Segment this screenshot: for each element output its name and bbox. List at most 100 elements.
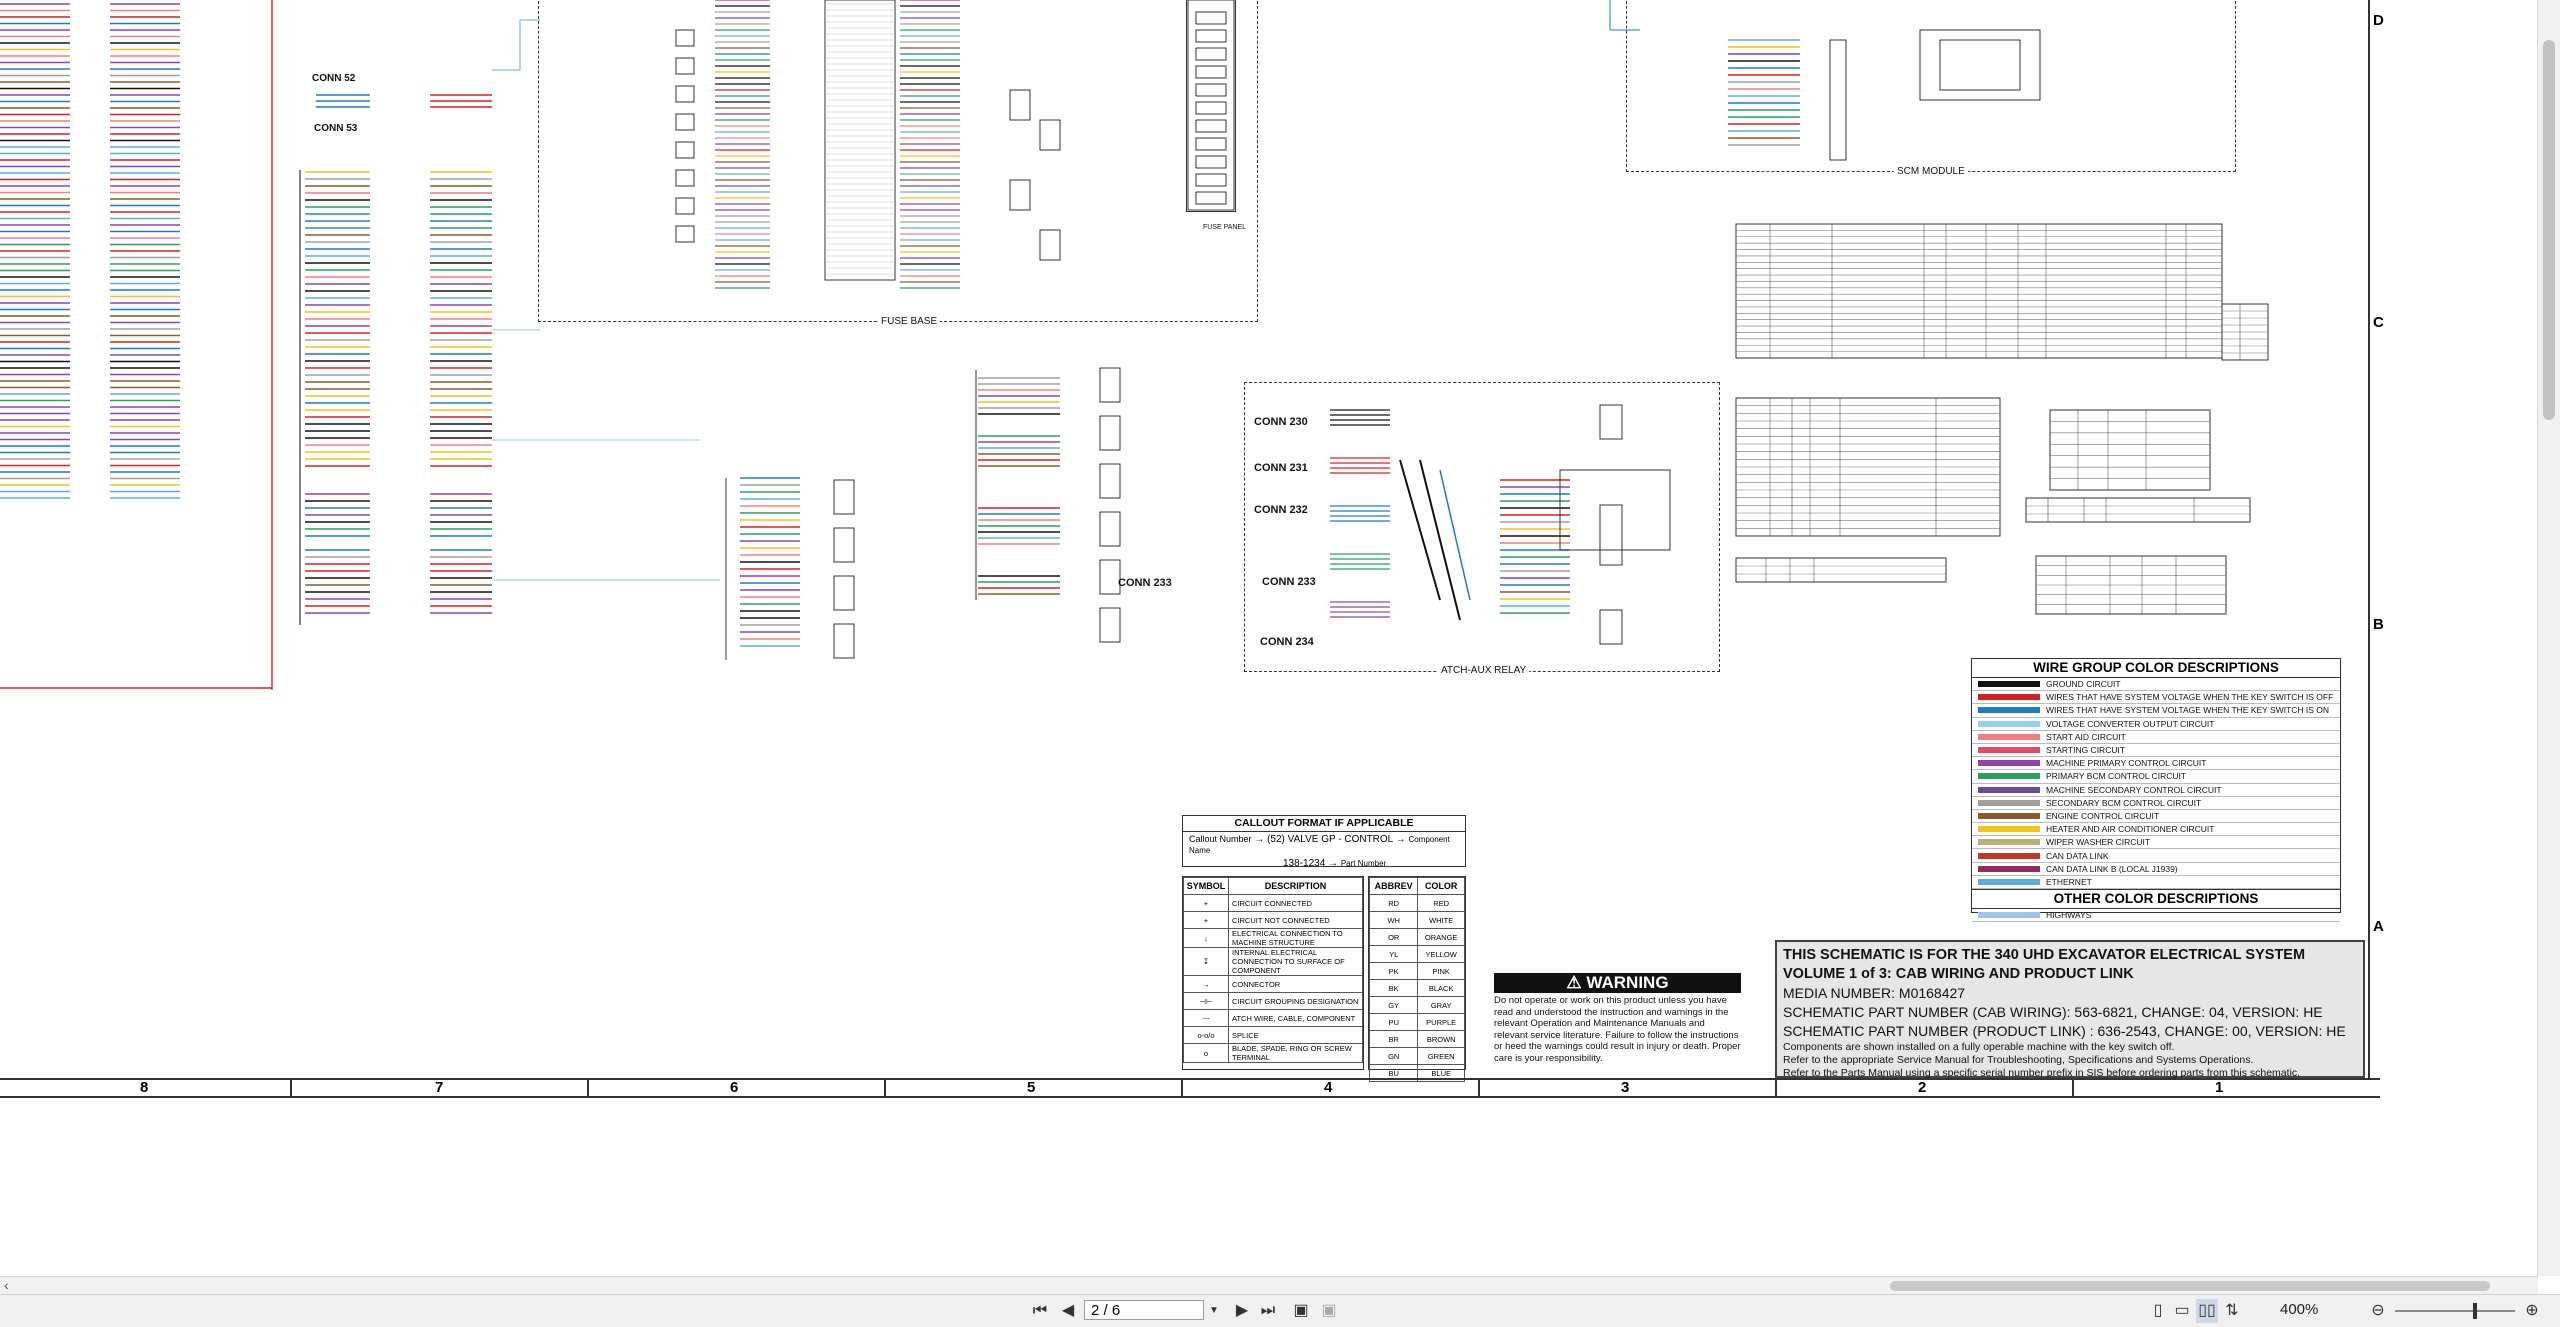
color-name: RED bbox=[1417, 894, 1465, 912]
callout-title: CALLOUT FORMAT IF APPLICABLE bbox=[1183, 816, 1465, 832]
title-line-1: THIS SCHEMATIC IS FOR THE 340 UHD EXCAVA… bbox=[1783, 947, 2306, 963]
callout-arrow: → bbox=[1328, 858, 1339, 869]
symbol-cell: + bbox=[1183, 894, 1229, 912]
component-outline bbox=[1099, 367, 1121, 403]
scroll-left-icon[interactable]: ‹ bbox=[4, 1277, 9, 1293]
color-name: BROWN bbox=[1417, 1030, 1465, 1048]
legend-item: VOLTAGE CONVERTER OUTPUT CIRCUIT bbox=[1972, 718, 2340, 731]
symbols-table: SYMBOL DESCRIPTION + CIRCUIT CONNECTED + CI… bbox=[1182, 876, 1364, 1070]
vertical-scrollbar[interactable] bbox=[2537, 0, 2560, 1276]
symbol-description: CONNECTOR bbox=[1228, 975, 1363, 993]
component-outline bbox=[1099, 559, 1121, 595]
legend-item: WIRES THAT HAVE SYSTEM VOLTAGE WHEN THE … bbox=[1972, 704, 2340, 718]
legend-label: WIPER WASHER CIRCUIT bbox=[2046, 837, 2151, 848]
symbol-cell: ↧ bbox=[1183, 947, 1229, 976]
legend-item: MACHINE PRIMARY CONTROL CIRCUIT bbox=[1972, 757, 2340, 771]
column-number: 1 bbox=[2215, 1079, 2224, 1096]
column-tick bbox=[1181, 1080, 1183, 1096]
colors-header-row: ABBREV COLOR bbox=[1368, 877, 1465, 895]
legend-swatch bbox=[1978, 878, 2040, 885]
color-abbrev: OR bbox=[1368, 928, 1419, 946]
color-row: WH WHITE bbox=[1368, 911, 1465, 929]
callout-format-box: CALLOUT FORMAT IF APPLICABLE Callout Num… bbox=[1182, 815, 1466, 869]
fit-width-icon[interactable]: ▣ bbox=[1318, 1299, 1340, 1323]
fit-page-icon[interactable]: ▣ bbox=[1290, 1299, 1312, 1323]
warning-icon: ⚠ bbox=[1566, 973, 1587, 992]
continuous-view-icon[interactable]: ▭ bbox=[2172, 1299, 2192, 1323]
legend-item: HEATER AND AIR CONDITIONER CIRCUIT bbox=[1972, 823, 2340, 837]
legend-swatch bbox=[1978, 694, 2040, 701]
color-abbrev: PU bbox=[1368, 1013, 1419, 1031]
component-outline bbox=[1099, 463, 1121, 499]
color-row: RD RED bbox=[1368, 894, 1465, 912]
legend-swatch bbox=[1978, 760, 2040, 767]
row-letter: C bbox=[2373, 314, 2384, 331]
column-number: 8 bbox=[140, 1079, 149, 1096]
legend-swatch bbox=[1978, 812, 2040, 819]
prev-page-button[interactable]: ◀ bbox=[1058, 1299, 1078, 1323]
symbol-description: CIRCUIT CONNECTED bbox=[1228, 894, 1363, 912]
component-outline bbox=[833, 575, 855, 611]
callout-arrow: → bbox=[1395, 834, 1406, 845]
single-page-view-icon[interactable]: ▯ bbox=[2148, 1299, 2168, 1323]
zoom-out-button[interactable]: ⊖ bbox=[2368, 1299, 2388, 1323]
legend-swatch bbox=[1978, 912, 2040, 919]
page-number-input[interactable]: 2 / 6 bbox=[1084, 1300, 1204, 1320]
legend-label: VOLTAGE CONVERTER OUTPUT CIRCUIT bbox=[2046, 718, 2215, 729]
color-row: BR BROWN bbox=[1368, 1030, 1465, 1048]
callout-number-label: Callout Number bbox=[1189, 834, 1252, 844]
symbol-row: + CIRCUIT NOT CONNECTED bbox=[1183, 911, 1363, 929]
vertical-scroll-thumb[interactable] bbox=[2543, 40, 2555, 420]
last-page-button[interactable]: ⏭ bbox=[1258, 1299, 1278, 1323]
component-outline bbox=[833, 479, 855, 515]
color-row: OR ORANGE bbox=[1368, 928, 1465, 946]
rotate-icon[interactable]: ⇅ bbox=[2222, 1299, 2242, 1323]
symbols-grid: SYMBOL DESCRIPTION + CIRCUIT CONNECTED + CI… bbox=[1183, 877, 1363, 1063]
title-line-5: SCHEMATIC PART NUMBER (PRODUCT LINK) : 6… bbox=[1783, 1023, 2346, 1039]
zoom-level[interactable]: 400% bbox=[2280, 1301, 2318, 1318]
symbol-description: BLADE, SPADE, RING OR SCREW TERMINAL bbox=[1228, 1043, 1363, 1063]
legend-swatch bbox=[1978, 826, 2040, 833]
symbol-cell: ↓ bbox=[1183, 928, 1229, 948]
title-line-3: MEDIA NUMBER: M0168427 bbox=[1783, 985, 1966, 1001]
legend-label: MACHINE PRIMARY CONTROL CIRCUIT bbox=[2046, 758, 2207, 769]
document-viewport[interactable]: CONN 52 CONN 53 CONN 230 CONN 231 CONN 2… bbox=[0, 0, 2538, 1276]
legend-item: SECONDARY BCM CONTROL CIRCUIT bbox=[1972, 797, 2340, 810]
color-name: GRAY bbox=[1417, 996, 1465, 1014]
first-page-button[interactable]: ⏮ bbox=[1030, 1299, 1050, 1323]
legend-title: WIRE GROUP COLOR DESCRIPTIONS bbox=[1972, 659, 2340, 678]
connector-label: CONN 233 bbox=[1118, 577, 1172, 589]
symbol-description: INTERNAL ELECTRICAL CONNECTION TO SURFAC… bbox=[1228, 947, 1363, 976]
zoom-slider[interactable] bbox=[2395, 1303, 2515, 1319]
column-tick bbox=[290, 1080, 292, 1096]
symbols-header-row: SYMBOL DESCRIPTION bbox=[1183, 877, 1363, 895]
row-letter: B bbox=[2373, 616, 2384, 633]
page-dropdown-icon[interactable]: ▼ bbox=[1208, 1299, 1220, 1323]
warning-header: ⚠ WARNING bbox=[1494, 973, 1741, 993]
scm-module-box bbox=[1626, 0, 2236, 172]
abbrev-header: ABBREV bbox=[1368, 877, 1419, 895]
color-row: PK PINK bbox=[1368, 962, 1465, 980]
legend-swatch bbox=[1978, 799, 2040, 806]
next-page-button[interactable]: ▶ bbox=[1232, 1299, 1252, 1323]
callout-example-line: Callout Number → (52) VALVE GP - CONTROL… bbox=[1183, 832, 1465, 858]
column-tick bbox=[1478, 1080, 1480, 1096]
horizontal-scrollbar[interactable]: ‹ bbox=[0, 1276, 2538, 1295]
symbol-cell: → bbox=[1183, 975, 1229, 993]
column-number: 2 bbox=[1918, 1079, 1927, 1096]
two-page-view-icon[interactable]: ▯▯ bbox=[2196, 1299, 2218, 1323]
callout-part-number: Part Number bbox=[1340, 859, 1387, 868]
color-abbrev: PK bbox=[1368, 962, 1419, 980]
symbol-header: SYMBOL bbox=[1183, 877, 1229, 895]
symbol-row: --- ATCH WIRE, CABLE, COMPONENT bbox=[1183, 1009, 1363, 1027]
horizontal-scroll-thumb[interactable] bbox=[1890, 1281, 2490, 1291]
color-grid: ABBREV COLOR RD RED WH WHITE OR ORANGE YL YELLO… bbox=[1368, 877, 1465, 1082]
color-header: COLOR bbox=[1417, 877, 1465, 895]
zoom-in-button[interactable]: ⊕ bbox=[2522, 1299, 2542, 1323]
other-legend-body: HIGHWAYS bbox=[1972, 909, 2340, 923]
fuse-base-box bbox=[538, 0, 1258, 322]
zoom-slider-knob[interactable] bbox=[2473, 1303, 2477, 1319]
legend-label: ETHERNET bbox=[2046, 876, 2092, 887]
legend-item: CAN DATA LINK bbox=[1972, 849, 2340, 863]
fuse-panel-box bbox=[1186, 0, 1236, 212]
